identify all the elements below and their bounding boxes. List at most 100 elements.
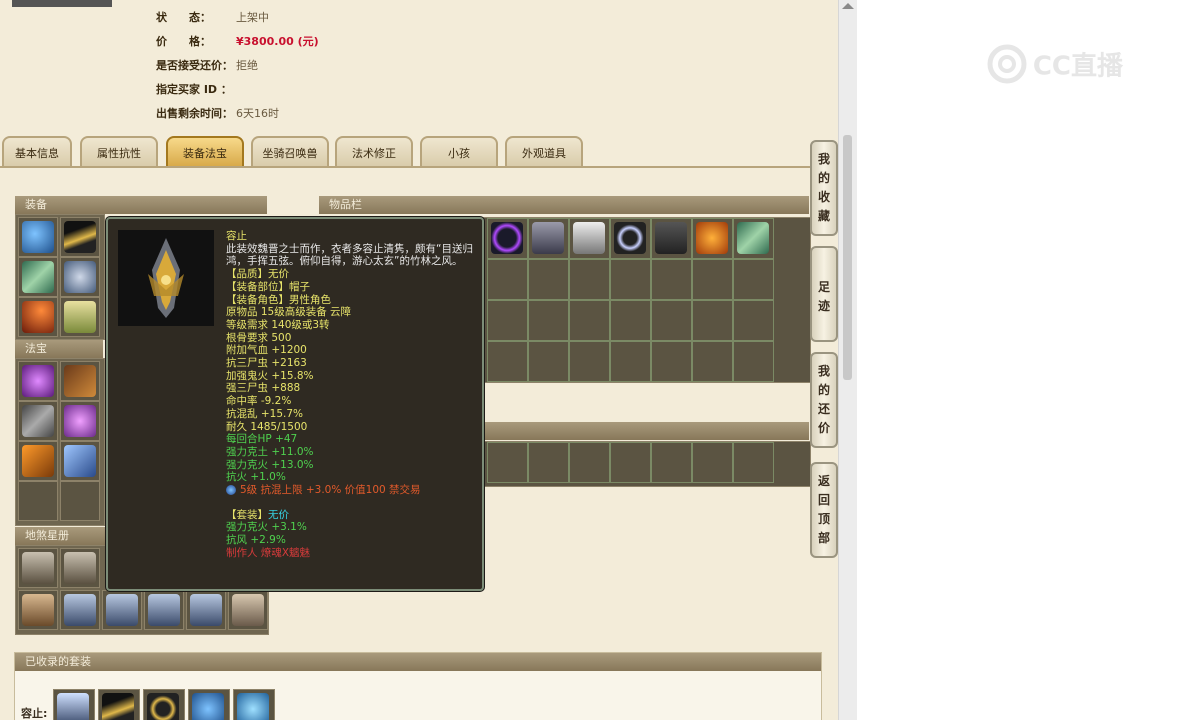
suit-item[interactable] [53,689,95,720]
armor-icon [532,222,564,254]
book-card[interactable] [186,590,226,630]
equip-slot[interactable] [18,217,58,257]
inventory-slot[interactable] [692,300,733,341]
stat-line: 强力克火 +13.0% [226,458,314,471]
inventory-slot[interactable] [651,218,692,259]
book-card[interactable] [18,590,58,630]
cc-logo-icon [987,44,1027,84]
book-card[interactable] [18,548,58,588]
tab-mounts-pets[interactable]: 坐骑召唤兽 [251,136,329,166]
equip-slot[interactable] [60,217,100,257]
suit-item[interactable] [143,689,185,720]
tab-appearance[interactable]: 外观道具 [505,136,583,166]
inventory-slot[interactable] [610,341,651,382]
stat-line: 【品质】无价 [226,268,289,281]
inventory-slot[interactable] [733,218,774,259]
stat-line: 抗火 +1.0% [226,471,286,484]
tab-spell-mods[interactable]: 法术修正 [335,136,413,166]
book-card[interactable] [60,548,100,588]
inventory-slot[interactable] [692,442,733,483]
fabao-slot[interactable] [60,401,100,441]
book-card[interactable] [102,590,142,630]
inventory-slot[interactable] [610,442,651,483]
warrior-card-icon [106,594,138,626]
inventory-slot[interactable] [651,442,692,483]
inventory-slot[interactable] [528,259,569,300]
tab-bar: 基本信息 属性抗性 装备法宝 坐骑召唤兽 法术修正 小孩 外观道具 [0,136,838,168]
inventory-slot[interactable] [569,259,610,300]
equip-slot[interactable] [18,297,58,337]
inventory-slot[interactable] [487,341,528,382]
tab-basic-info[interactable]: 基本信息 [2,136,72,166]
inventory-slot[interactable] [733,259,774,300]
scroll-thumb[interactable] [843,135,852,380]
inventory-slot[interactable] [528,442,569,483]
footprints-button[interactable]: 足迹 [810,246,838,342]
book-card[interactable] [144,590,184,630]
item-flavor-text: 此装效魏晋之士而作，衣者多容止清隽，颇有“目送归鸿，手挥五弦。俯仰自得，游心太玄… [226,242,473,268]
inventory-slot[interactable] [528,341,569,382]
equip-slot[interactable] [18,257,58,297]
inventory-slot[interactable] [733,300,774,341]
inventory-slot[interactable] [610,300,651,341]
tab-equipment[interactable]: 装备法宝 [166,136,244,166]
inventory-slot[interactable] [733,442,774,483]
inventory-slot[interactable] [692,218,733,259]
inventory-slot[interactable] [487,218,528,259]
fabao-slot[interactable] [18,361,58,401]
equip-header: 装备 [15,196,267,214]
inventory-slot[interactable] [487,442,528,483]
gem-line: 5级 抗混上限 +3.0% 价值100 禁交易 [226,484,478,497]
warrior-card-icon [148,594,180,626]
remaining-time-row: 出售剩余时间： 6天16时 [156,107,279,120]
scroll-icon [737,222,769,254]
item-description: 容止 此装效魏晋之士而作，衣者多容止清隽，颇有“目送归鸿，手挥五弦。俯仰自得，游… [226,230,478,560]
inventory-slot[interactable] [692,341,733,382]
fabao-slot[interactable] [18,401,58,441]
inventory-slot[interactable] [487,259,528,300]
suits-panel: 已收录的套装 容止: [14,652,822,720]
my-favorites-button[interactable]: 我的收藏 [810,140,838,236]
stat-line: 耐久 1485/1500 [226,420,308,433]
hat-icon [64,221,96,253]
page-scrollbar[interactable] [838,0,857,720]
stat-line: 每回合HP +47 [226,433,298,446]
equip-slot[interactable] [60,257,100,297]
inventory-slot[interactable] [692,259,733,300]
suit-item[interactable] [98,689,140,720]
equip-slot[interactable] [60,297,100,337]
inventory-slot[interactable] [733,341,774,382]
stat-line: 加强鬼火 +15.8% [226,369,314,382]
inventory-slot[interactable] [651,259,692,300]
inventory-slot[interactable] [569,341,610,382]
fabao-slot[interactable] [18,441,58,481]
suit-stat-line: 强力克火 +3.1% [226,521,307,534]
inventory-slot[interactable] [569,300,610,341]
scroll-up-icon[interactable] [842,3,854,9]
back-to-top-button[interactable]: 返回顶部 [810,462,838,558]
inventory-slot[interactable] [651,341,692,382]
suit-item[interactable] [188,689,230,720]
fabao-item-icon [64,405,96,437]
suit-item[interactable] [233,689,275,720]
inventory-slot[interactable] [610,259,651,300]
book-card[interactable] [228,590,268,630]
inventory-slot[interactable] [651,300,692,341]
tab-child[interactable]: 小孩 [420,136,498,166]
inventory-slot[interactable] [610,218,651,259]
fabao-slot[interactable] [60,361,100,401]
inventory-slot[interactable] [528,218,569,259]
inventory-slot[interactable] [528,300,569,341]
tab-attributes[interactable]: 属性抗性 [80,136,158,166]
fabao-slot[interactable] [18,481,58,521]
inventory-slot[interactable] [569,218,610,259]
price-row: 价 格： ¥3800.00 (元) [156,35,319,48]
boots-icon [655,222,687,254]
inventory-slot[interactable] [487,300,528,341]
my-offers-button[interactable]: 我的还价 [810,352,838,448]
web-page: 状 态： 上架中 价 格： ¥3800.00 (元) 是否接受还价： 拒绝 指定买家 … [0,0,838,720]
fabao-slot[interactable] [60,441,100,481]
inventory-slot[interactable] [569,442,610,483]
fabao-slot[interactable] [60,481,100,521]
book-card[interactable] [60,590,100,630]
